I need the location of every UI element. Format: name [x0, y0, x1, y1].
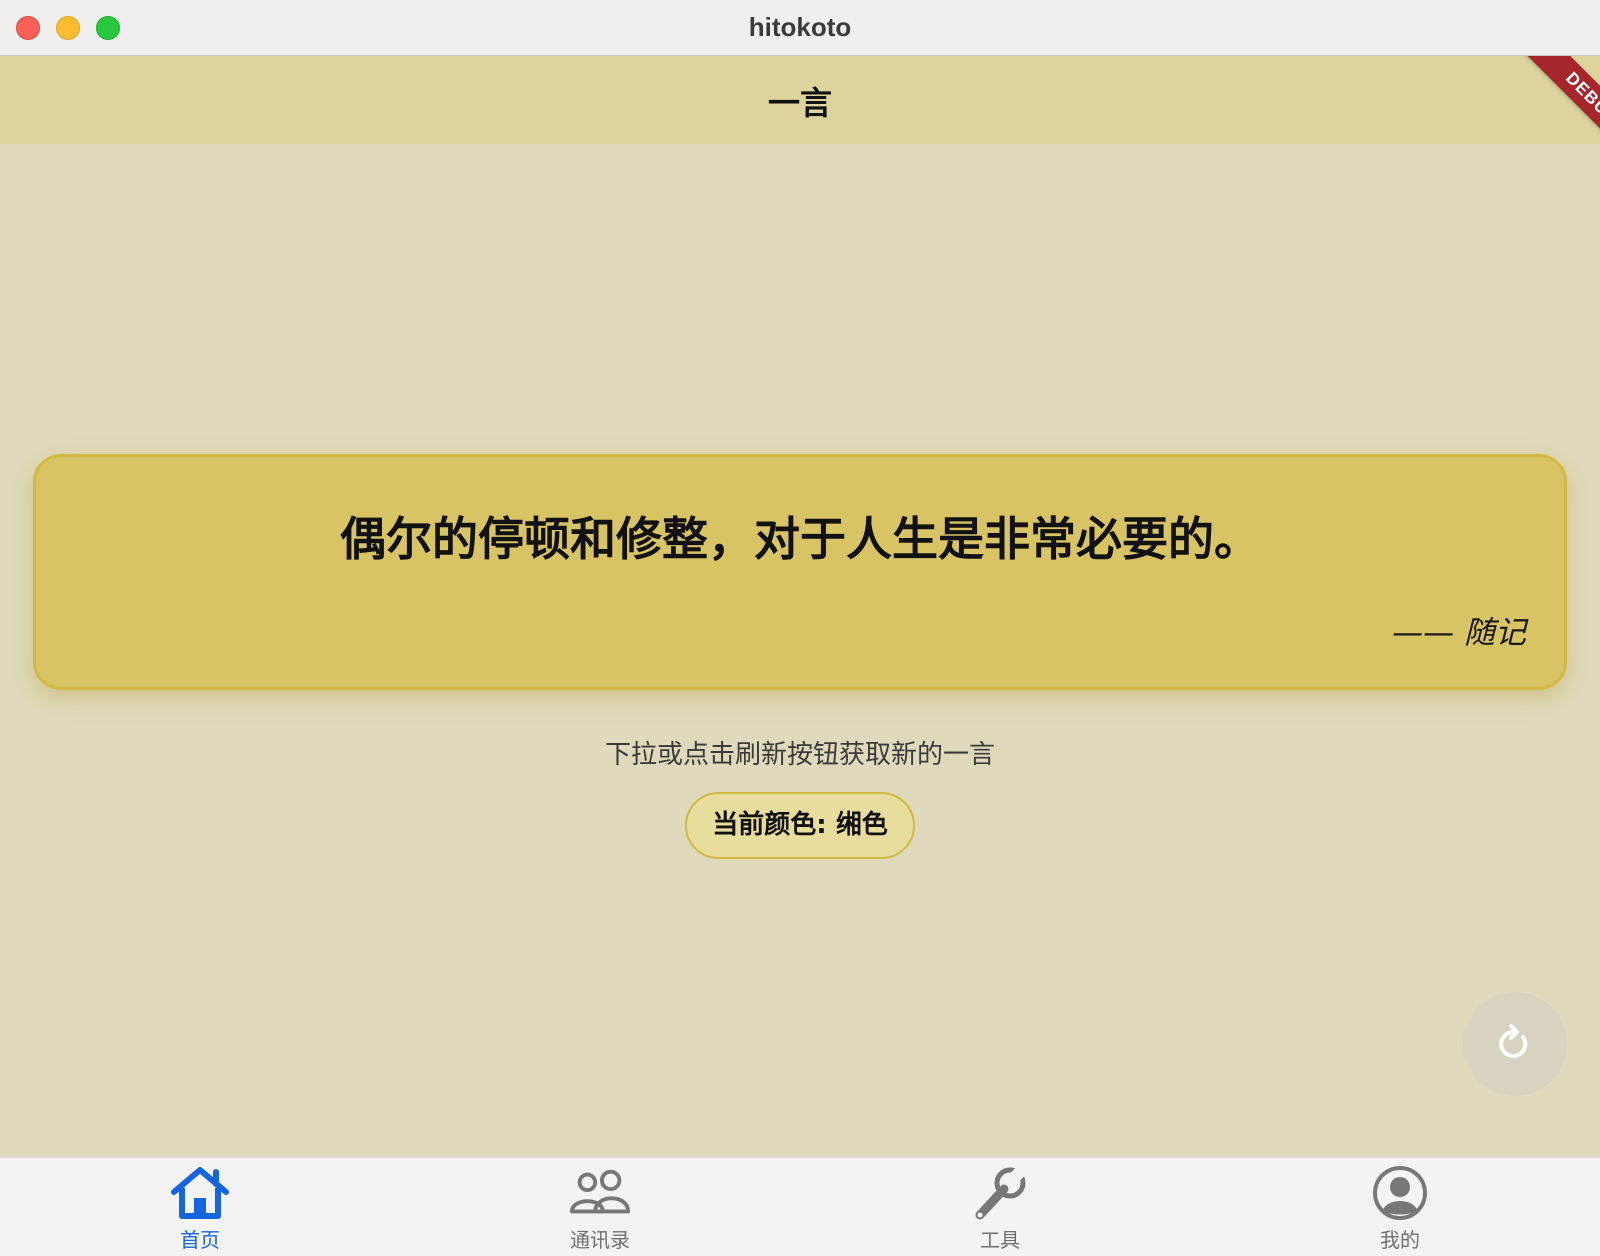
nav-item-home[interactable]: 首页 — [0, 1158, 400, 1256]
nav-label-tools: 工具 — [980, 1228, 1020, 1252]
contacts-icon — [568, 1162, 632, 1224]
nav-label-profile: 我的 — [1380, 1228, 1420, 1252]
refresh-button[interactable] — [1463, 992, 1567, 1096]
app-bar: 一言 — [0, 56, 1600, 144]
nav-item-profile[interactable]: 我的 — [1200, 1158, 1600, 1256]
quote-text: 偶尔的停顿和修整，对于人生是非常必要的。 — [340, 512, 1260, 566]
quote-card[interactable]: 偶尔的停顿和修整，对于人生是非常必要的。 —— 随记 — [33, 454, 1567, 690]
nav-item-contacts[interactable]: 通讯录 — [400, 1158, 800, 1256]
refresh-icon — [1499, 1024, 1528, 1058]
bottom-navigation: 首页 通讯录 工具 我的 — [0, 1157, 1600, 1256]
current-color-chip[interactable]: 当前颜色: 缃色 — [685, 792, 915, 859]
quote-source: —— 随记 — [1392, 615, 1526, 651]
profile-icon — [1368, 1162, 1432, 1224]
nav-label-home: 首页 — [180, 1228, 220, 1252]
home-icon — [168, 1162, 232, 1224]
title-bar: hitokoto — [0, 0, 1600, 56]
wrench-icon — [968, 1162, 1032, 1224]
app-window: hitokoto 一言 DEBUG 偶尔的停顿和修整，对于人生是非常必要的。 —… — [0, 0, 1600, 1256]
refresh-hint: 下拉或点击刷新按钮获取新的一言 — [604, 740, 995, 770]
nav-item-tools[interactable]: 工具 — [800, 1158, 1200, 1256]
nav-label-contacts: 通讯录 — [570, 1228, 630, 1252]
page-title: 一言 — [767, 84, 832, 122]
window-title: hitokoto — [748, 12, 852, 42]
